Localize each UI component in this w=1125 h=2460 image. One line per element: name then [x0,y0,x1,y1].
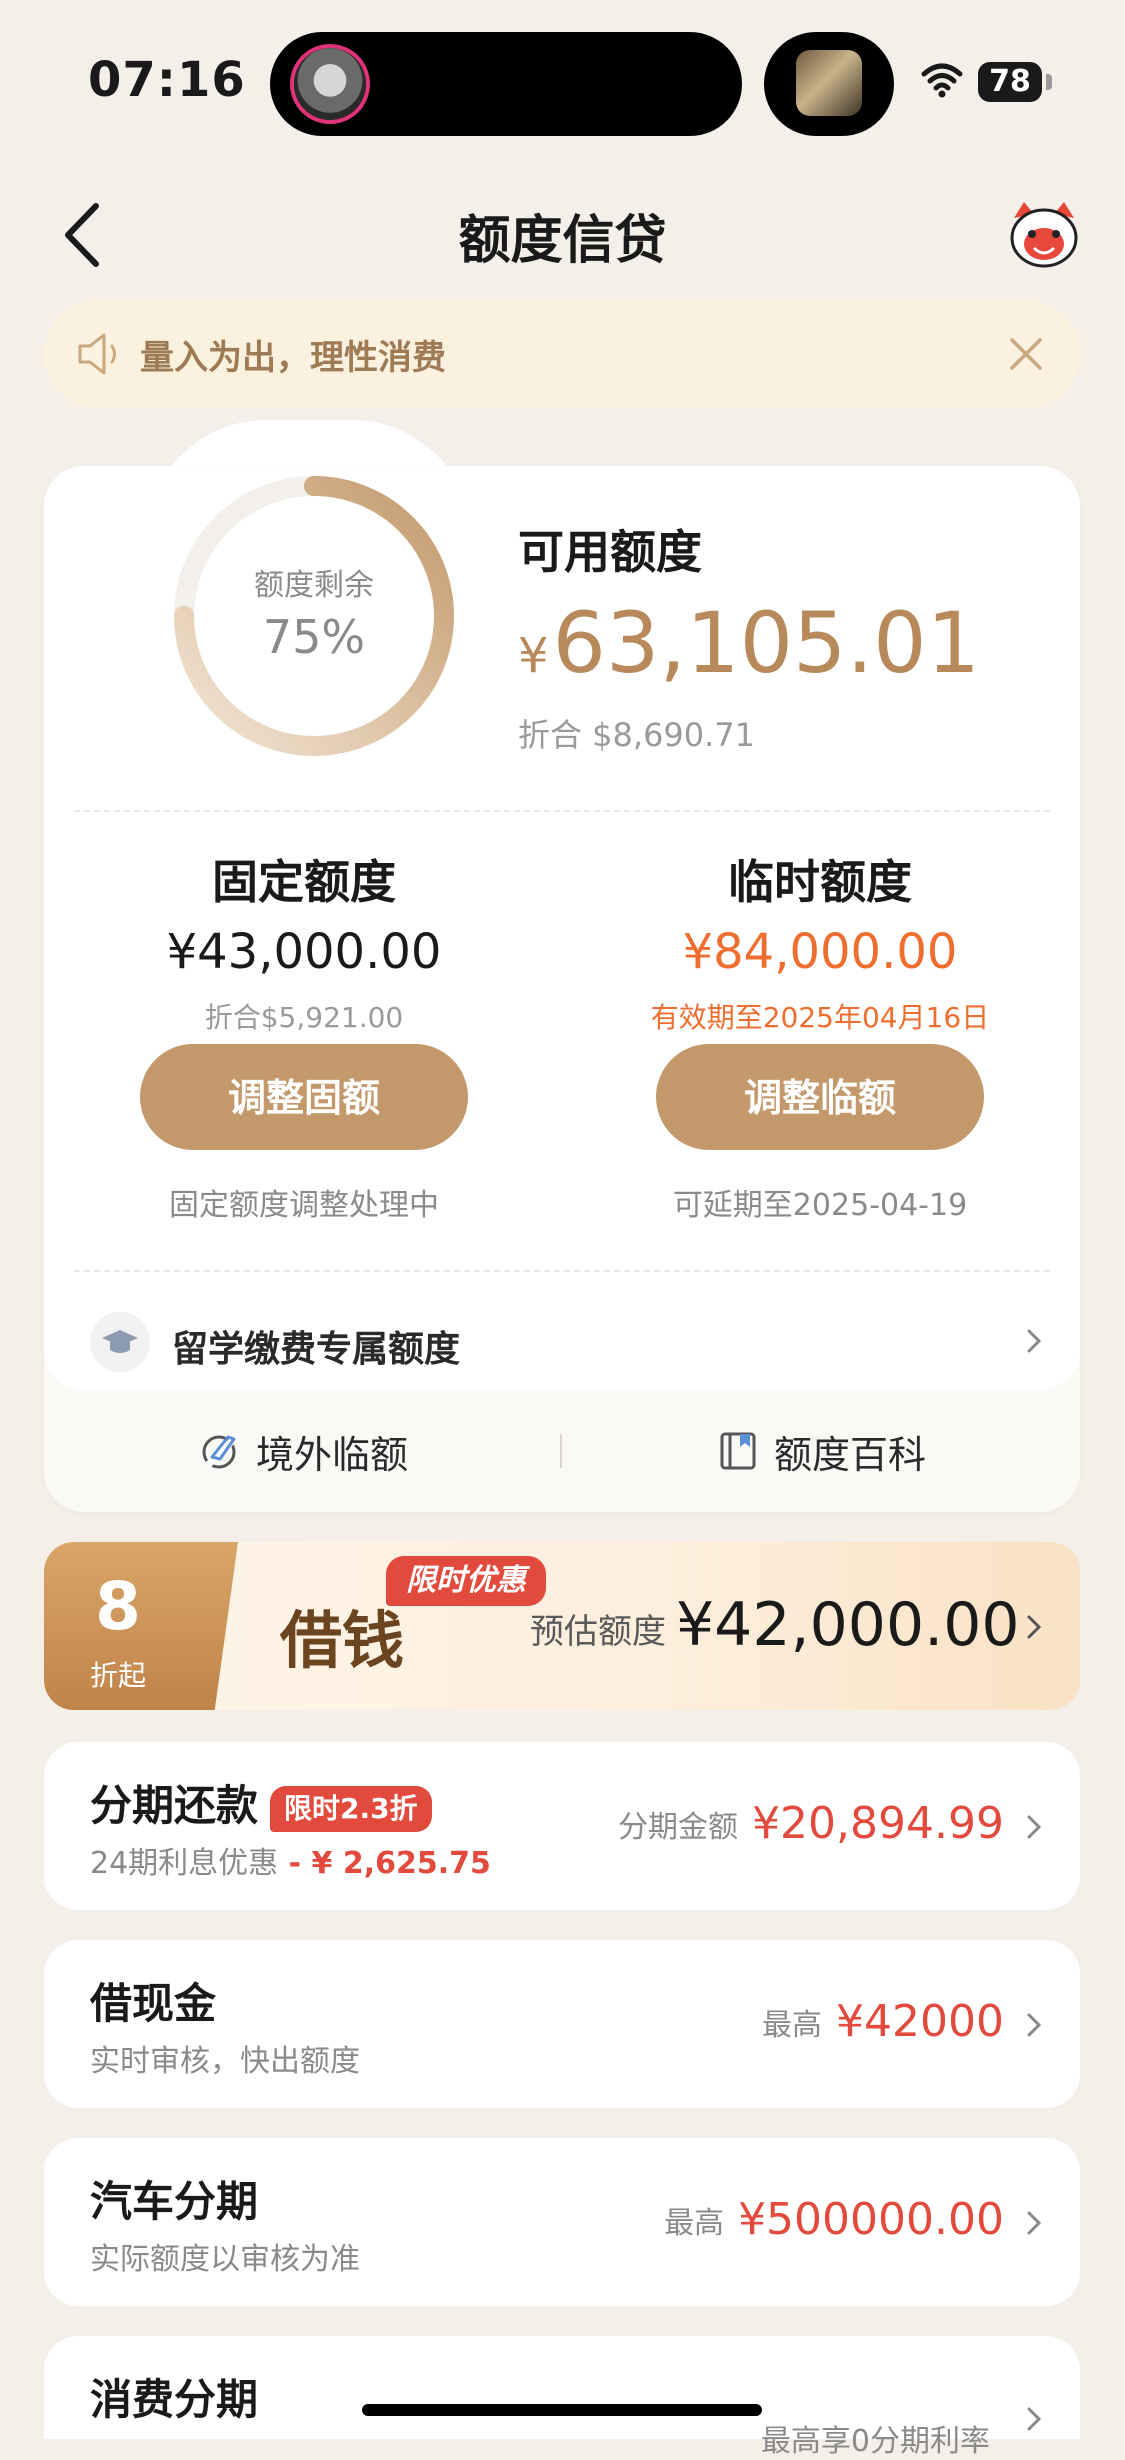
media-thumbnail [796,50,862,116]
notice-bar[interactable]: 量入为出，理性消费 [44,300,1080,408]
temp-limit-extend-note: 可延期至2025-04-19 [672,1188,968,1223]
car-installment-card[interactable]: 汽车分期 实际额度以审核为准 最高 ¥500000.00 [44,2138,1080,2306]
temp-limit-expiry: 有效期至2025年04月16日 [650,1001,990,1034]
zero-rate-label: 最高享0分期利率 [760,2424,990,2459]
temp-limit-section: 临时额度 ¥84,000.00 有效期至2025年04月16日 调整临额 可延期… [590,846,1050,1224]
car-installment-title: 汽车分期 [90,2177,259,2226]
discount-number: 8 [95,1568,141,1645]
limited-offer-badge: 限时优惠 [386,1556,546,1606]
available-limit-amount: ¥63,105.01 [518,594,980,692]
page-title: 额度信贷 [458,211,667,271]
study-abroad-limit-label: 留学缴费专属额度 [172,1329,461,1370]
overseas-temp-limit-label: 境外临额 [255,1432,408,1477]
max-label: 最高 [664,2205,725,2241]
consumer-installment-title: 消费分期 [90,2375,259,2424]
limit-encyclopedia-label: 额度百科 [773,1432,926,1477]
notice-text: 量入为出，理性消费 [140,338,446,378]
interest-discount-amount: - ¥ 2,625.75 [278,1846,491,1881]
max-label: 最高 [762,2007,823,2043]
chevron-right-icon [1027,1329,1042,1353]
chevron-right-icon [1027,1815,1042,1839]
chevron-right-icon [1027,2013,1042,2037]
limit-encyclopedia-link[interactable]: 额度百科 [562,1390,1080,1512]
mascot-assistant-icon[interactable] [1006,200,1082,270]
fixed-limit-usd: 折合$5,921.00 [204,1001,404,1034]
installment-amount-label: 分期金额 [618,1809,739,1845]
close-icon[interactable] [1006,334,1046,374]
car-installment-max: 最高 ¥500000.00 [664,2194,1004,2245]
status-bar: 07:16 78 [0,0,1125,160]
estimated-limit-label: 预估额度 [530,1612,666,1652]
fixed-limit-title: 固定额度 [212,855,396,909]
divider [74,1270,1050,1272]
chevron-right-icon [1027,1615,1042,1639]
installment-repayment-title: 分期还款 限时2.3折 [90,1772,432,1833]
chevron-right-icon [1027,2211,1042,2235]
installment-repayment-desc: 24期利息优惠 - ¥ 2,625.75 [90,1838,491,1882]
study-abroad-limit-row[interactable]: 留学缴费专属额度 [44,1304,1080,1390]
live-activity-avatar [294,48,366,120]
cash-loan-title: 借现金 [90,1979,217,2028]
cash-loan-desc: 实时审核，快出额度 [90,2044,360,2079]
fixed-limit-amount: ¥43,000.00 [166,924,442,980]
installment-repayment-label: 分期还款 [90,1781,259,1830]
divider [74,810,1050,812]
fixed-limit-section: 固定额度 ¥43,000.00 折合$5,921.00 调整固额 固定额度调整处… [74,846,534,1224]
battery-cap [1046,74,1052,90]
home-indicator[interactable] [362,2404,762,2416]
fixed-limit-status: 固定额度调整处理中 [169,1188,439,1223]
credit-summary: 额度剩余 75% 可用额度 ¥63,105.01 折合 $8,690.71 固定… [44,466,1080,1390]
dynamic-island[interactable] [270,32,742,136]
ring-percent: 75% [262,610,366,664]
cash-loan-card[interactable]: 借现金 实时审核，快出额度 最高 ¥42000 [44,1940,1080,2108]
available-amount-value: 63,105.01 [552,594,981,692]
cash-loan-max: 最高 ¥42000 [762,1996,1004,2047]
graduation-cap-icon [90,1312,150,1372]
estimated-limit-amount: ¥42,000.00 [676,1590,1020,1660]
borrow-money-banner[interactable]: 8 折起 借钱 限时优惠 预估额度 ¥42,000.00 [44,1542,1080,1710]
chevron-right-icon [1027,2407,1042,2431]
temp-limit-amount: ¥84,000.00 [682,924,958,980]
status-time: 07:16 [88,52,246,108]
ring-label: 额度剩余 [254,568,374,603]
installment-amount: 分期金额 ¥20,894.99 [618,1798,1004,1849]
interest-discount-label: 24期利息优惠 [90,1846,279,1881]
speaker-icon [78,333,116,375]
car-installment-desc: 实际额度以审核为准 [90,2242,360,2277]
credit-limit-card: 额度剩余 75% 可用额度 ¥63,105.01 折合 $8,690.71 固定… [44,466,1080,1512]
installment-amount-value: ¥20,894.99 [752,1798,1004,1849]
consumer-installment-card[interactable]: 消费分期 最高享0分期利率 [44,2336,1080,2459]
temp-limit-title: 临时额度 [728,855,912,909]
currency-symbol: ¥ [518,628,549,684]
max-value: ¥500000.00 [738,2194,1004,2245]
consumer-installment-rate: 最高享0分期利率 [761,2416,1004,2460]
adjust-temp-limit-button[interactable]: 调整临额 [656,1044,984,1150]
available-limit-label: 可用额度 [518,525,702,579]
adjust-fixed-limit-button[interactable]: 调整固额 [140,1044,468,1150]
available-limit-usd: 折合 $8,690.71 [518,716,756,754]
discount-suffix: 折起 [89,1659,146,1692]
dynamic-island-media[interactable] [764,32,894,136]
discount-badge: 限时2.3折 [270,1785,432,1832]
plane-globe-icon [202,1432,241,1469]
max-value: ¥42000 [836,1996,1004,2047]
wifi-icon [921,63,963,98]
battery-level: 78 [978,62,1042,102]
book-icon [720,1432,756,1470]
installment-repayment-card[interactable]: 分期还款 限时2.3折 24期利息优惠 - ¥ 2,625.75 分期金额 ¥20,… [44,1742,1080,1910]
overseas-temp-limit-link[interactable]: 境外临额 [44,1390,562,1512]
